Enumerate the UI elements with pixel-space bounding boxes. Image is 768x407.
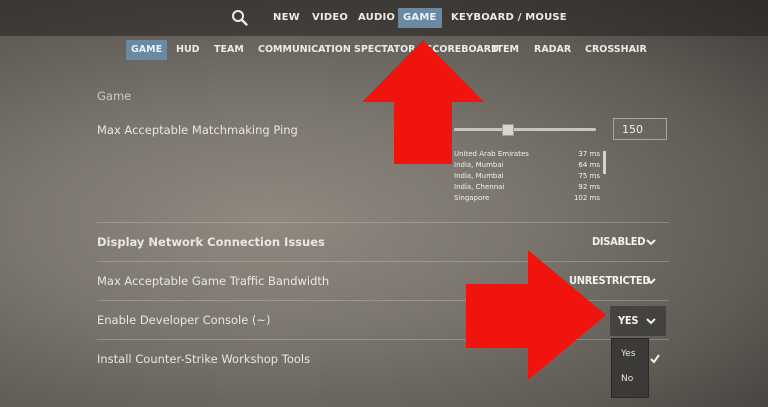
sub-nav-game[interactable]: GAME <box>126 40 168 60</box>
top-nav-new[interactable]: NEW <box>268 8 305 28</box>
top-nav-bar: NEW VIDEO AUDIO GAME KEYBOARD / MOUSE <box>0 0 768 36</box>
matchmaking-ping-label: Max Acceptable Matchmaking Ping <box>97 123 298 137</box>
dev-console-options-menu: Yes No <box>611 338 649 398</box>
ping-region-row[interactable]: India, Chennai 92 ms <box>454 182 602 193</box>
option-no[interactable]: No <box>612 367 648 392</box>
region-ping: 75 ms <box>578 172 600 180</box>
region-ping: 102 ms <box>573 194 600 202</box>
arrow-right-annotation <box>466 250 606 380</box>
arrow-up-annotation <box>362 40 484 164</box>
option-yes[interactable]: Yes <box>612 342 648 367</box>
sub-nav-crosshair[interactable]: CROSSHAIR <box>580 40 652 60</box>
region-name: Singapore <box>454 194 490 202</box>
ping-list-scrollbar[interactable] <box>603 151 606 174</box>
section-title: Game <box>97 89 132 103</box>
region-ping: 37 ms <box>578 150 600 158</box>
sub-nav-item[interactable]: ITEM <box>488 40 524 60</box>
top-nav-video[interactable]: VIDEO <box>307 8 353 28</box>
bandwidth-label: Max Acceptable Game Traffic Bandwidth <box>97 274 330 288</box>
chevron-down-icon[interactable] <box>646 239 656 246</box>
top-nav-game[interactable]: GAME <box>398 8 442 28</box>
chevron-down-icon[interactable] <box>646 318 656 325</box>
network-issues-dropdown[interactable]: DISABLED <box>592 235 645 248</box>
top-nav-keyboard-mouse[interactable]: KEYBOARD / MOUSE <box>446 8 572 28</box>
checkmark-icon[interactable] <box>650 354 660 364</box>
ping-region-row[interactable]: Singapore 102 ms <box>454 193 602 204</box>
sub-nav-radar[interactable]: RADAR <box>529 40 576 60</box>
dev-console-value[interactable]: YES <box>618 314 638 327</box>
sub-nav-hud[interactable]: HUD <box>171 40 205 60</box>
sub-nav-team[interactable]: TEAM <box>209 40 249 60</box>
dev-console-label: Enable Developer Console (~) <box>97 313 271 327</box>
ping-region-row[interactable]: India, Mumbai 75 ms <box>454 171 602 182</box>
workshop-tools-label: Install Counter-Strike Workshop Tools <box>97 352 311 366</box>
chevron-down-icon[interactable] <box>646 278 656 285</box>
region-name: India, Chennai <box>454 183 505 191</box>
search-icon[interactable] <box>231 9 249 27</box>
ping-value-input[interactable]: 150 <box>613 118 667 140</box>
ping-slider-thumb[interactable] <box>501 124 514 136</box>
region-ping: 92 ms <box>578 183 600 191</box>
divider <box>97 222 669 223</box>
region-ping: 64 ms <box>578 161 600 169</box>
sub-nav-communication[interactable]: COMMUNICATION <box>253 40 356 60</box>
top-nav-audio[interactable]: AUDIO <box>353 8 400 28</box>
region-name: India, Mumbai <box>454 172 504 180</box>
network-issues-label: Display Network Connection Issues <box>97 235 325 249</box>
